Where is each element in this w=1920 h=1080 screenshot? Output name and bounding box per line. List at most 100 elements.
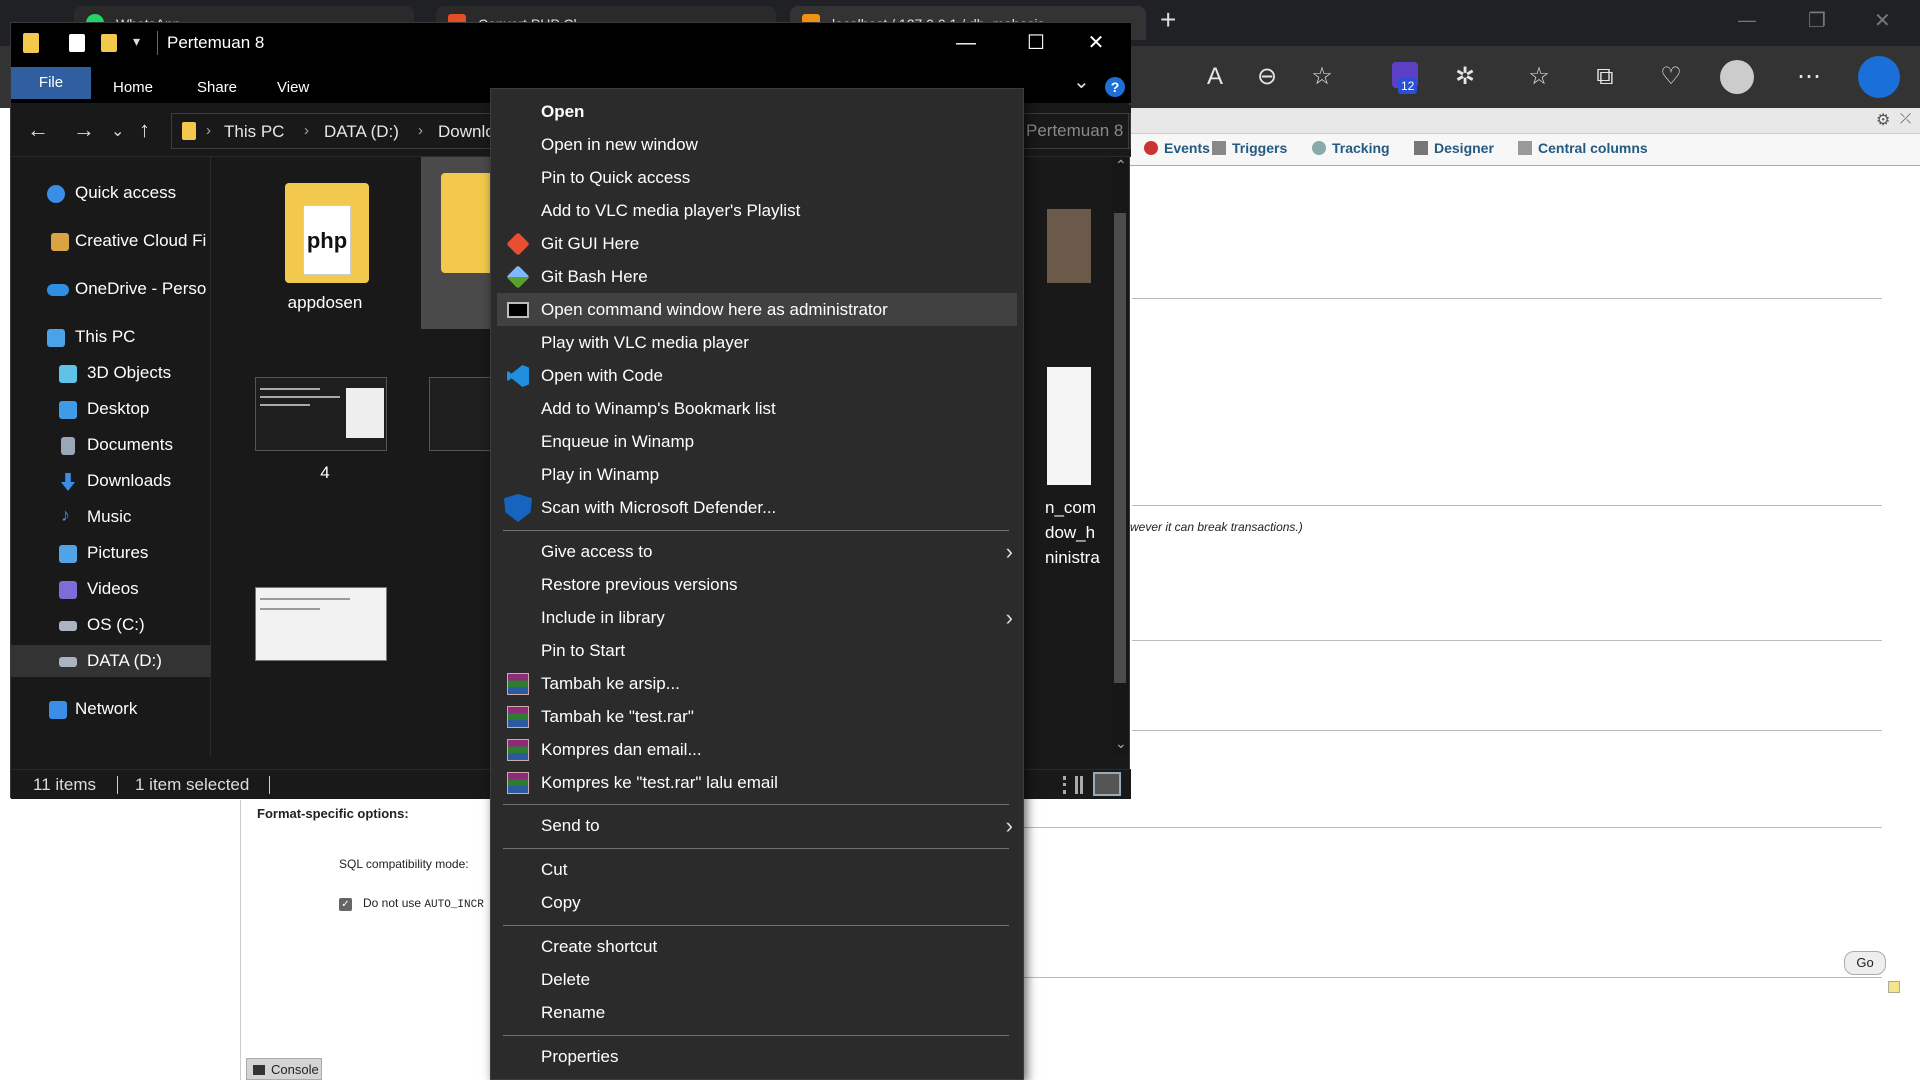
nav-os-c[interactable]: OS (C:) — [11, 609, 211, 641]
menu-item-give-access[interactable]: Give access to › — [497, 535, 1017, 568]
film-icon — [59, 581, 77, 599]
browser-restore-button[interactable]: ❐ — [1808, 8, 1826, 33]
menu-item-create-shortcut[interactable]: Create shortcut — [497, 930, 1017, 963]
menu-item-cmd-admin[interactable]: Open command window here as administrato… — [497, 293, 1017, 326]
file-item-cmd-shortcut[interactable] — [1035, 209, 1111, 381]
nav-desktop[interactable]: Desktop — [11, 393, 211, 425]
add-favorite-icon[interactable]: ☆ — [1305, 60, 1339, 94]
nav-this-pc[interactable]: This PC — [11, 321, 211, 353]
search-input[interactable]: Pertemuan 8 — [1011, 113, 1129, 149]
tab-designer[interactable]: Designer — [1414, 140, 1494, 156]
menu-item-copy[interactable]: Copy — [497, 886, 1017, 919]
tab-home[interactable]: Home — [113, 71, 153, 101]
tab-triggers[interactable]: Triggers — [1212, 140, 1287, 156]
menu-item-defender-scan[interactable]: Scan with Microsoft Defender... — [497, 491, 1017, 524]
console-tab[interactable]: Console — [246, 1058, 322, 1080]
menu-item-include-library[interactable]: Include in library › — [497, 601, 1017, 634]
nav-music[interactable]: ♪ Music — [11, 501, 211, 533]
details-view-icon[interactable] — [1063, 776, 1083, 794]
nav-3d-objects[interactable]: 3D Objects — [11, 357, 211, 389]
menu-item-cut[interactable]: Cut — [497, 853, 1017, 886]
file-item-n-com[interactable]: n_com dow_h ninistra — [1035, 367, 1111, 567]
nav-onedrive[interactable]: OneDrive - Perso — [11, 273, 211, 305]
nav-creative-cloud[interactable]: Creative Cloud Fi — [11, 225, 211, 257]
menu-item-winrar-compress-email[interactable]: Kompres dan email... — [497, 733, 1017, 766]
cmd-icon — [507, 302, 529, 318]
collections-icon[interactable]: ⧉ — [1588, 60, 1622, 94]
nav-pictures[interactable]: Pictures — [11, 537, 211, 569]
file-item-screenshot[interactable] — [255, 587, 395, 759]
quick-access-toolbar-dropdown-icon[interactable]: ▾ — [133, 33, 140, 50]
nav-data-d[interactable]: DATA (D:) — [11, 645, 211, 677]
menu-item-send-to[interactable]: Send to › — [497, 809, 1017, 842]
menu-item-open-new-window[interactable]: Open in new window — [497, 128, 1017, 161]
tab-events[interactable]: Events — [1144, 140, 1210, 156]
new-tab-button[interactable]: + — [1160, 4, 1176, 36]
tab-share[interactable]: Share — [197, 71, 237, 101]
nav-downloads[interactable]: Downloads — [11, 465, 211, 497]
scrollbar-thumb[interactable] — [1114, 213, 1126, 683]
browser-close-button[interactable]: ✕ — [1874, 8, 1891, 33]
menu-item-winrar-add-test[interactable]: Tambah ke "test.rar" — [497, 700, 1017, 733]
zoom-out-icon[interactable]: ⊖ — [1250, 60, 1284, 94]
nav-quick-access[interactable]: Quick access — [11, 177, 211, 209]
tab-tracking[interactable]: Tracking — [1312, 140, 1390, 156]
breadcrumb-data-d[interactable]: DATA (D:) — [324, 122, 399, 142]
nav-network[interactable]: Network — [11, 693, 211, 725]
star-icon — [47, 185, 65, 203]
menu-item-restore-versions[interactable]: Restore previous versions — [497, 568, 1017, 601]
expand-ribbon-icon[interactable]: ⌄ — [1073, 69, 1090, 94]
menu-item-winrar-archive[interactable]: Tambah ke arsip... — [497, 667, 1017, 700]
close-button[interactable]: ✕ — [1061, 23, 1131, 63]
tab-central-columns[interactable]: Central columns — [1518, 140, 1648, 156]
profile-icon[interactable] — [1720, 60, 1754, 94]
nav-videos[interactable]: Videos — [11, 573, 211, 605]
tab-view[interactable]: View — [277, 71, 309, 101]
browser-essentials-icon[interactable]: ♡ — [1654, 60, 1688, 94]
browser-minimize-button[interactable]: — — [1738, 10, 1756, 31]
new-folder-icon[interactable] — [101, 34, 117, 52]
up-arrow-icon[interactable]: ↑ — [139, 117, 150, 143]
menu-item-pin-quick-access[interactable]: Pin to Quick access — [497, 161, 1017, 194]
menu-item-pin-start[interactable]: Pin to Start — [497, 634, 1017, 667]
recent-locations-icon[interactable]: ⌄ — [111, 121, 124, 141]
menu-item-rename[interactable]: Rename — [497, 996, 1017, 1029]
help-icon[interactable]: ? — [1105, 77, 1125, 97]
properties-icon[interactable] — [69, 34, 85, 52]
collapse-icon[interactable]: ⤫ — [1900, 110, 1911, 127]
file-item-4[interactable]: 4 — [255, 377, 395, 549]
more-icon[interactable]: ⋯ — [1792, 60, 1826, 94]
menu-item-winrar-compress-test-email[interactable]: Kompres ke "test.rar" lalu email — [497, 766, 1017, 799]
menu-item-winamp-play[interactable]: Play in Winamp — [497, 458, 1017, 491]
menu-item-label: Git Bash Here — [541, 267, 648, 286]
menu-item-vlc-playlist[interactable]: Add to VLC media player's Playlist — [497, 194, 1017, 227]
extensions-icon[interactable]: ✲ — [1448, 60, 1482, 94]
minimize-button[interactable]: — — [931, 23, 1001, 63]
menu-item-winamp-bookmark[interactable]: Add to Winamp's Bookmark list — [497, 392, 1017, 425]
menu-item-git-bash[interactable]: Git Bash Here — [497, 260, 1017, 293]
gear-icon[interactable]: ⚙ — [1876, 110, 1890, 130]
back-arrow-icon[interactable]: ← — [27, 117, 49, 143]
large-icons-view-icon[interactable] — [1093, 772, 1121, 796]
nav-documents[interactable]: Documents — [11, 429, 211, 461]
menu-item-play-vlc[interactable]: Play with VLC media player — [497, 326, 1017, 359]
scroll-down-icon[interactable]: ⌄ — [1115, 735, 1127, 752]
menu-item-properties[interactable]: Properties — [497, 1040, 1017, 1073]
file-item-appdosen[interactable]: php appdosen — [255, 167, 395, 339]
auto-inc-checkbox[interactable]: ✓ — [339, 898, 352, 911]
menu-item-label: Open — [541, 102, 585, 121]
forward-arrow-icon[interactable]: → — [73, 117, 95, 143]
menu-item-open[interactable]: Open — [497, 95, 1017, 128]
read-aloud-icon[interactable]: A — [1198, 60, 1232, 94]
menu-item-open-with-code[interactable]: Open with Code — [497, 359, 1017, 392]
collections-badge-icon[interactable]: 12 — [1388, 60, 1422, 94]
scroll-up-icon[interactable]: ⌃ — [1115, 157, 1127, 174]
tab-file[interactable]: File — [11, 67, 91, 99]
menu-item-git-gui[interactable]: Git GUI Here — [497, 227, 1017, 260]
bing-icon[interactable] — [1858, 56, 1900, 98]
go-button[interactable]: Go — [1844, 951, 1886, 975]
menu-item-delete[interactable]: Delete — [497, 963, 1017, 996]
breadcrumb-this-pc[interactable]: This PC — [224, 122, 284, 142]
favorites-icon[interactable]: ☆ — [1522, 60, 1556, 94]
menu-item-winamp-enqueue[interactable]: Enqueue in Winamp — [497, 425, 1017, 458]
